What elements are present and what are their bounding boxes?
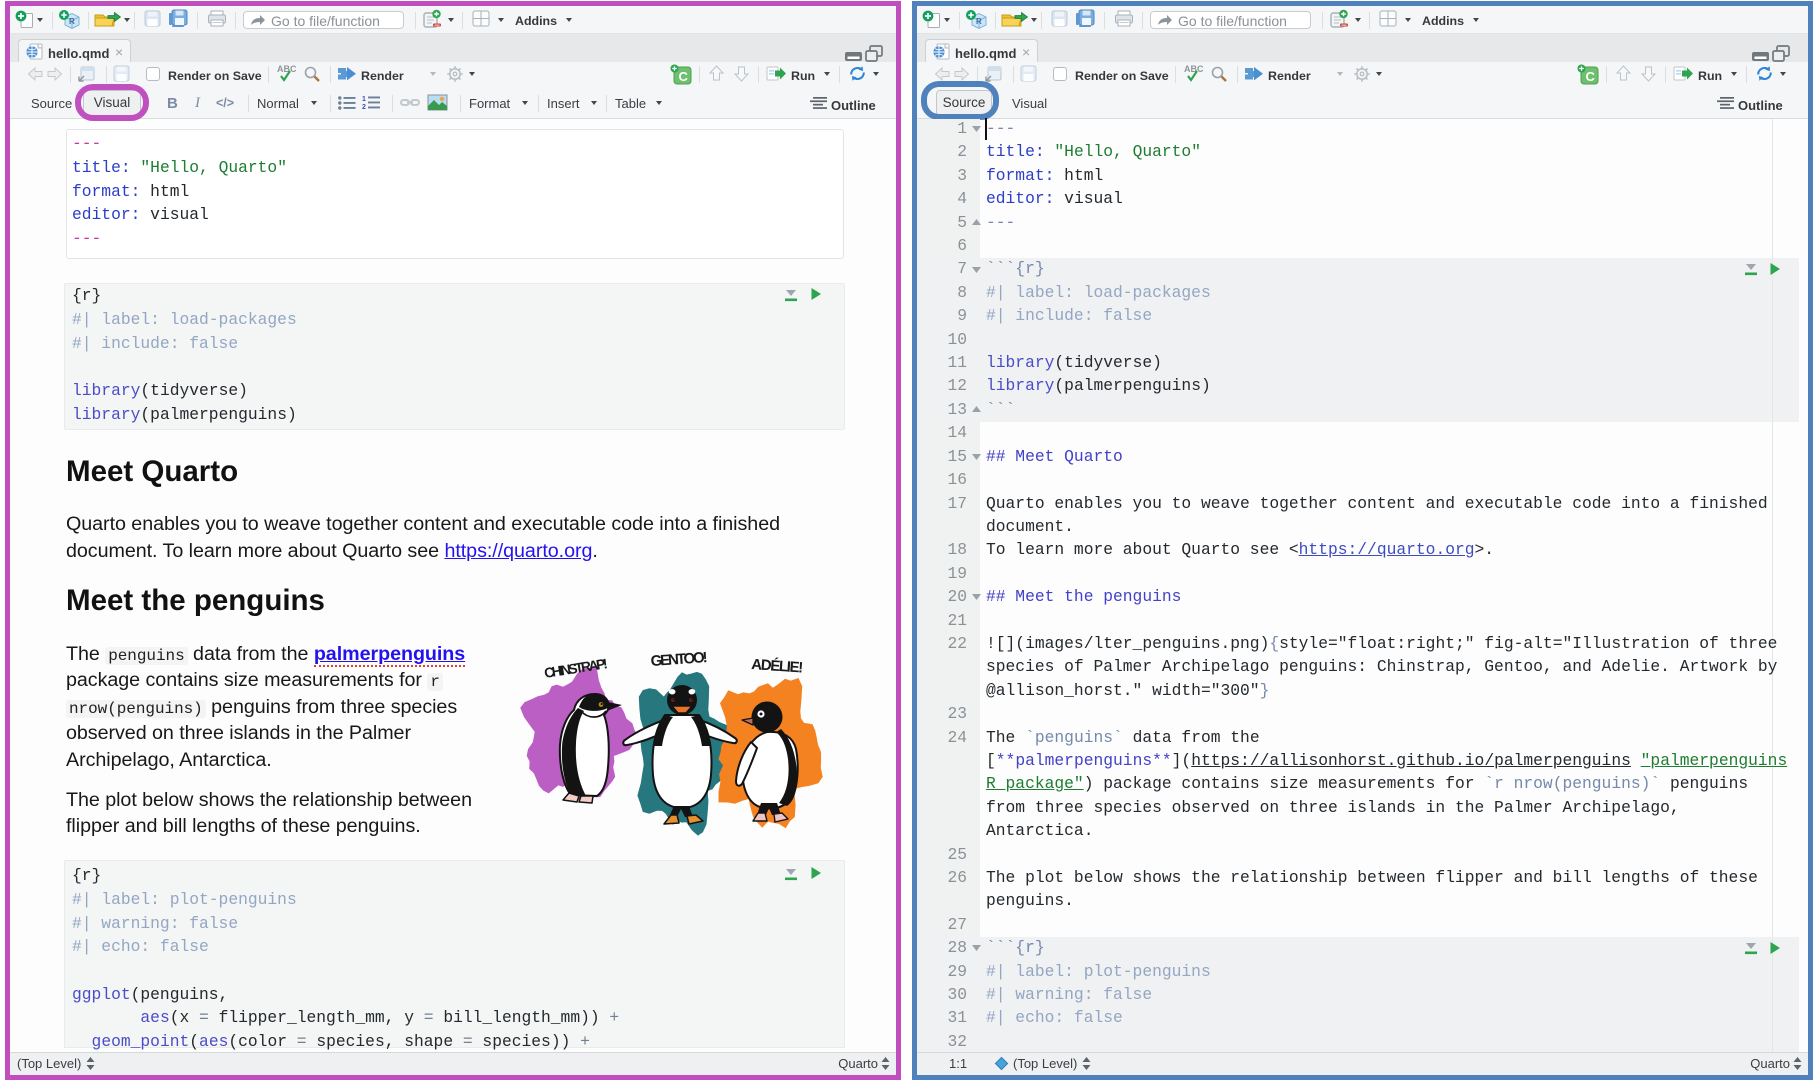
svg-text:R: R — [976, 17, 982, 26]
svg-text:2: 2 — [362, 104, 366, 111]
svg-text:C: C — [1586, 69, 1596, 84]
svg-text:GENTOO!: GENTOO! — [650, 649, 708, 670]
svg-text:R: R — [69, 17, 75, 26]
svg-text:C: C — [679, 69, 689, 84]
svg-text:ABC: ABC — [1184, 64, 1204, 74]
svg-text:1: 1 — [362, 96, 366, 103]
svg-text:ADÉLIE!: ADÉLIE! — [751, 656, 804, 677]
svg-text:ABC: ABC — [277, 64, 297, 74]
